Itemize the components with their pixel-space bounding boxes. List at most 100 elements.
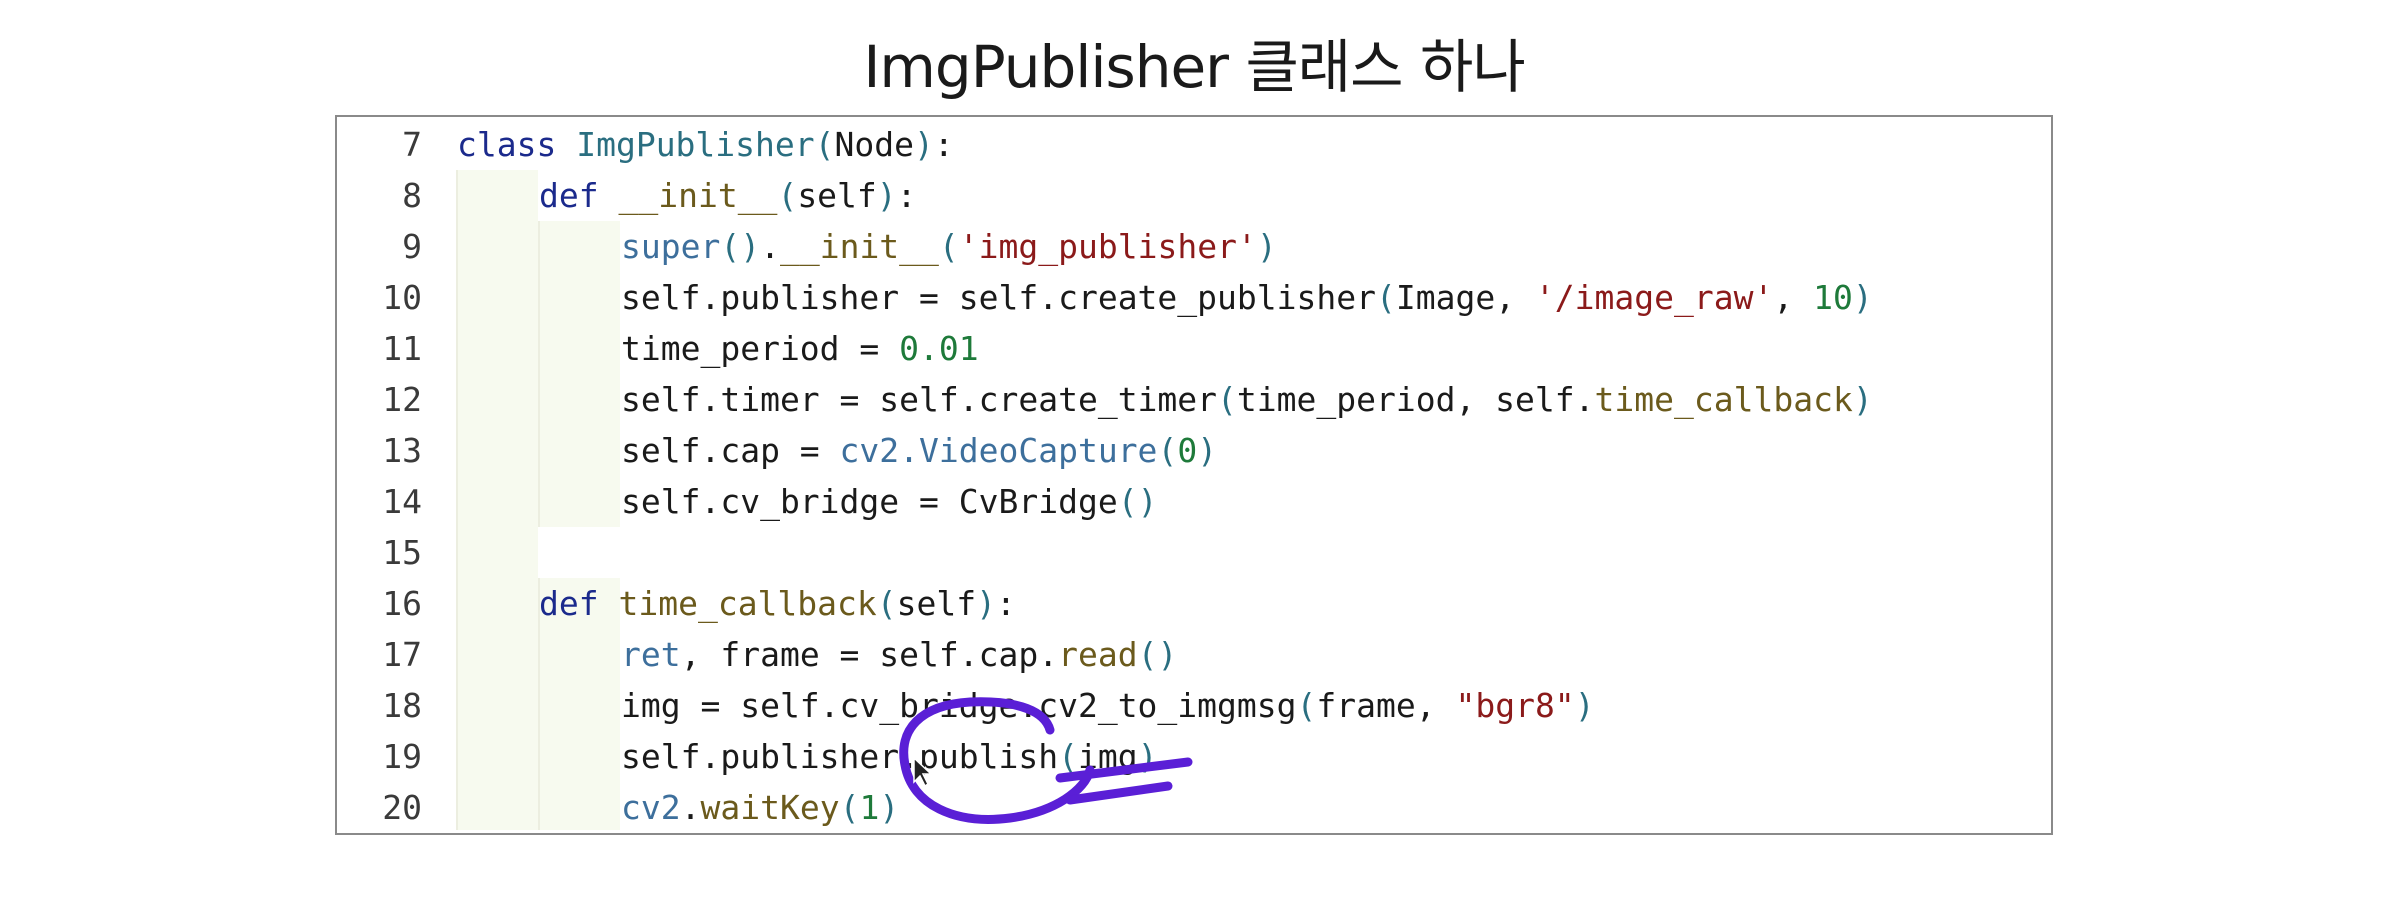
code-token: ): [879, 788, 900, 827]
code-token: self: [896, 584, 977, 623]
code-token: self.cv_bridge = CvBridge: [621, 482, 1118, 521]
code-token: ): [1197, 431, 1218, 470]
code-text: img = self.cv_bridge.cv2_to_imgmsg(frame…: [621, 680, 1595, 731]
code-token: Image,: [1395, 278, 1535, 317]
code-text: self.publisher = self.create_publisher(I…: [621, 272, 1873, 323]
code-token: 1: [859, 788, 880, 827]
code-token: img: [1077, 737, 1138, 776]
code-token: read: [1058, 635, 1138, 674]
code-text: self.publisher.publish(img): [621, 731, 1157, 782]
code-token: (): [1137, 635, 1178, 674]
code-token: :: [896, 176, 917, 215]
code-token: (: [876, 584, 897, 623]
code-token: (: [814, 125, 835, 164]
code-token: ): [1256, 227, 1277, 266]
code-line: 12 self.timer = self.create_timer(time_pe…: [337, 374, 2037, 425]
code-text: self.cv_bridge = CvBridge(): [621, 476, 1157, 527]
code-token: self.timer = self.create_timer: [621, 380, 1218, 419]
code-token: self.cap =: [621, 431, 840, 470]
code-token: 'img_publisher': [958, 227, 1257, 266]
line-number: 9: [402, 227, 422, 266]
code-token: (: [1058, 737, 1078, 776]
code-token: ): [1574, 686, 1595, 725]
code-token: frame,: [1316, 686, 1456, 725]
code-line: 10 self.publisher = self.create_publisher…: [337, 272, 2037, 323]
code-token: .: [760, 227, 780, 266]
code-token: .: [680, 788, 701, 827]
code-token: time_period =: [621, 329, 900, 368]
code-token: time_period, self.: [1236, 380, 1595, 419]
code-token: self.publisher.publish: [621, 737, 1059, 776]
code-token: 0.01: [899, 329, 979, 368]
line-number: 14: [382, 482, 422, 521]
code-token: , frame = self.cap.: [680, 635, 1059, 674]
code-text: cv2.waitKey(1): [621, 782, 899, 833]
code-token: __init__: [779, 227, 939, 266]
line-number: 20: [382, 788, 422, 827]
code-line: 16 def time_callback(self):: [337, 578, 2037, 629]
line-number: 12: [382, 380, 422, 419]
code-text: super().__init__('img_publisher'): [621, 221, 1277, 272]
code-token: (: [777, 176, 798, 215]
line-number: 16: [382, 584, 422, 623]
code-text: self.cap = cv2.VideoCapture(0): [621, 425, 1217, 476]
code-token: ret: [621, 635, 681, 674]
code-token: 0: [1177, 431, 1198, 470]
code-token: __init__: [618, 176, 778, 215]
code-token: ): [1137, 737, 1158, 776]
code-line: 11 time_period = 0.01: [337, 323, 2037, 374]
code-token: ): [976, 584, 996, 623]
code-token: super: [621, 227, 721, 266]
line-number: 19: [382, 737, 422, 776]
code-token: ): [1852, 380, 1873, 419]
code-line: 18 img = self.cv_bridge.cv2_to_imgmsg(fra…: [337, 680, 2037, 731]
code-token: cv2: [621, 788, 681, 827]
code-token: self: [797, 176, 877, 215]
code-token: :: [933, 125, 954, 164]
code-token: cv2.VideoCapture: [839, 431, 1158, 470]
line-number: 10: [382, 278, 422, 317]
code-token: (: [1217, 380, 1237, 419]
code-line: 19 self.publisher.publish(img): [337, 731, 2037, 782]
line-number: 11: [382, 329, 422, 368]
code-token: (: [1157, 431, 1178, 470]
line-number: 8: [402, 176, 422, 215]
code-token: (: [839, 788, 860, 827]
code-line: 20 cv2.waitKey(1): [337, 782, 2037, 833]
code-text: ret, frame = self.cap.read(): [621, 629, 1177, 680]
code-token: ImgPublisher: [576, 125, 815, 164]
line-number: 15: [382, 533, 422, 572]
line-number: 13: [382, 431, 422, 470]
line-number: 17: [382, 635, 422, 674]
code-token: (: [1296, 686, 1317, 725]
code-token: Node: [834, 125, 914, 164]
code-line: 13 self.cap = cv2.VideoCapture(0): [337, 425, 2037, 476]
code-line: 8 def __init__(self):: [337, 170, 2037, 221]
code-token: time_callback: [618, 584, 877, 623]
code-token: ): [1852, 278, 1873, 317]
code-token: ): [914, 125, 934, 164]
code-text: def time_callback(self):: [539, 578, 1016, 629]
code-token: "bgr8": [1455, 686, 1575, 725]
code-token: (: [1375, 278, 1396, 317]
code-token: 10: [1813, 278, 1853, 317]
code-token: ): [876, 176, 897, 215]
code-token: self.publisher = self.create_publisher: [621, 278, 1376, 317]
code-token: def: [539, 176, 619, 215]
code-token: ,: [1773, 278, 1814, 317]
code-token: :: [996, 584, 1016, 623]
code-text: time_period = 0.01: [621, 323, 979, 374]
code-block: 7 class ImgPublisher(Node): 8 def __init__(…: [335, 115, 2053, 835]
code-token: (: [938, 227, 959, 266]
code-token: def: [539, 584, 619, 623]
code-token: time_callback: [1594, 380, 1853, 419]
code-token: (): [720, 227, 761, 266]
line-number: 7: [402, 125, 422, 164]
code-token: class: [457, 125, 577, 164]
code-text: class ImgPublisher(Node):: [457, 119, 954, 170]
code-line: 17 ret, frame = self.cap.read(): [337, 629, 2037, 680]
code-text: def __init__(self):: [539, 170, 917, 221]
code-token: (): [1117, 482, 1158, 521]
code-line: 14 self.cv_bridge = CvBridge(): [337, 476, 2037, 527]
code-line: 15: [337, 527, 2037, 578]
